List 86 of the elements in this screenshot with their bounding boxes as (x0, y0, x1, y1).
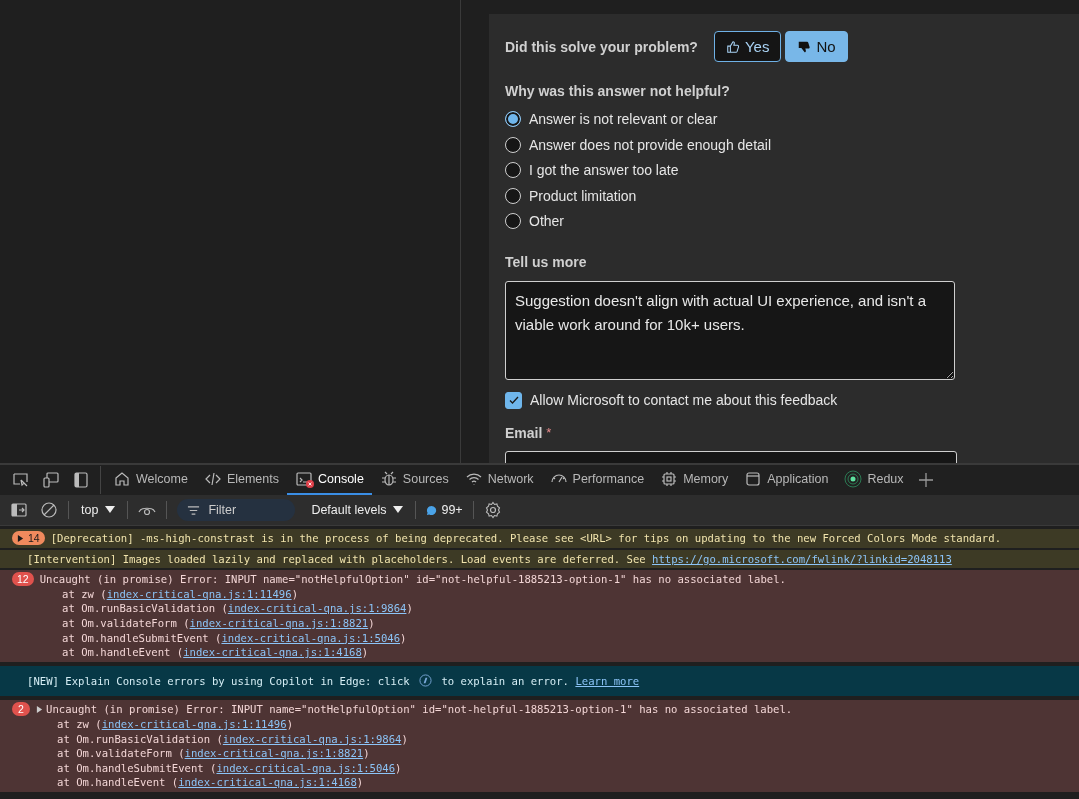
levels-dropdown[interactable]: Default levels (303, 503, 412, 517)
add-tab-icon[interactable] (917, 472, 934, 488)
expand-icon[interactable] (36, 706, 43, 714)
radio-button[interactable] (505, 213, 521, 230)
stack-line: at Om.handleSubmitEvent (index-critical-qna.js:1:5046) (61, 630, 408, 646)
message-text: [Intervention] Images loaded lazily and replaced with placeholders. Load events are deferred. See https://go.microsoft.com/fwlink/?linkid=2048113 (27, 551, 952, 567)
source-link[interactable]: index-critical-qna.js:1:8821 (189, 616, 369, 629)
message-text: [Deprecation] -ms-high-constrast is in the process of being deprecated. Please see <URL> for tips on updating to the new Forced Colors Mode standard. (50, 531, 1001, 546)
thumbs-down-icon (797, 39, 812, 54)
link[interactable]: Learn more (575, 674, 640, 687)
console-icon (295, 470, 313, 488)
source-link[interactable]: index-critical-qna.js:1:5046 (221, 631, 401, 644)
radio-label[interactable]: Other (529, 213, 564, 230)
required-mark: * (546, 424, 552, 441)
stack-line: at Om.handleEvent (index-critical-qna.js:1:4168) (56, 775, 365, 790)
stack-line: at Om.validateForm (index-critical-qna.js:1:8821) (61, 615, 376, 631)
devtools-tab[interactable]: Welcome (105, 465, 196, 495)
home-icon (113, 470, 131, 488)
radio-button[interactable] (505, 187, 521, 204)
caret-icon (393, 506, 404, 514)
code-icon (203, 470, 222, 488)
context-dropdown[interactable]: top (73, 503, 124, 517)
checkbox[interactable] (505, 391, 522, 409)
message-text: [NEW] Explain Console errors by using Copilot in Edge: click to explain an error. Learn more (27, 673, 640, 689)
feedback-textarea[interactable]: Suggestion doesn't align with actual UI experience, and isn't a viable work around for 10k+ users. (505, 280, 955, 380)
expand-icon[interactable] (17, 534, 24, 542)
link[interactable]: https://go.microsoft.com/fwlink/?linkid=2048113 (652, 552, 952, 565)
stack-line: at Om.runBasicValidation (index-critical-qna.js:1:9864) (61, 601, 414, 616)
radio-label[interactable]: I got the answer too late (529, 162, 679, 179)
caret-icon (105, 506, 116, 514)
error-count: 12 (12, 572, 34, 587)
inspect-icon[interactable] (12, 471, 30, 489)
source-link[interactable]: index-critical-qna.js:1:9864 (222, 732, 402, 745)
stack-line: at Om.runBasicValidation (index-critical-qna.js:1:9864) (56, 731, 409, 747)
error-count: 2 (12, 702, 30, 717)
email-label: Email (505, 424, 543, 441)
copilot-icon[interactable] (419, 673, 433, 687)
devtools-tab[interactable]: Elements (195, 465, 287, 495)
settings-icon[interactable] (483, 501, 502, 519)
devtools-tab[interactable]: Redux (836, 465, 912, 495)
bug-icon (379, 470, 398, 488)
radio-label[interactable]: Answer does not provide enough detail (529, 136, 772, 153)
no-button[interactable]: No (785, 31, 848, 62)
filter-field[interactable]: Filter (177, 499, 296, 521)
devtools-tab[interactable]: Network (456, 465, 542, 495)
source-link[interactable]: index-critical-qna.js:1:8821 (184, 747, 364, 760)
stack-line: at Om.validateForm (index-critical-qna.js:1:8821) (56, 746, 371, 761)
radio-button[interactable] (505, 111, 521, 128)
message-icon (426, 504, 438, 516)
warning-count[interactable]: 14 (12, 531, 45, 545)
source-link[interactable]: index-critical-qna.js:1:4168 (178, 776, 357, 789)
clear-console-icon[interactable] (40, 501, 58, 519)
filter-icon (187, 504, 201, 517)
chip-icon (660, 470, 679, 488)
stack-line: at Om.handleEvent (index-critical-qna.js:1:4168) (61, 645, 370, 660)
issues-button[interactable]: 99+ (420, 503, 469, 517)
devtools-tab[interactable]: Application (736, 465, 837, 495)
dock-icon[interactable] (72, 471, 90, 489)
radio-button[interactable] (505, 136, 521, 153)
reason-question: Why was this answer not helpful? (505, 83, 731, 99)
radio-label[interactable]: Answer is not relevant or clear (529, 111, 718, 128)
tell-us-more-label: Tell us more (505, 253, 588, 270)
checkbox-label[interactable]: Allow Microsoft to contact me about this feedback (530, 392, 838, 408)
devtools-tab[interactable]: Sources (371, 465, 457, 495)
stack-line: at zw (index-critical-qna.js:1:11496) (56, 716, 294, 732)
radio-label[interactable]: Product limitation (529, 187, 637, 204)
radio-button[interactable] (505, 162, 521, 179)
devtools-tab[interactable]: Performance (541, 465, 653, 495)
stack-line: at Om.handleSubmitEvent (index-critical-qna.js:1:5046) (56, 760, 403, 776)
message-text: Uncaught (in promise) Error: INPUT name="notHelpfulOption" id="not-helpful-1885213-option-1" has no associated label. (39, 572, 786, 587)
stack-line: at zw (index-critical-qna.js:1:11496) (61, 586, 299, 602)
source-link[interactable]: index-critical-qna.js:1:11496 (106, 587, 292, 600)
window-icon (744, 470, 763, 488)
device-icon[interactable] (42, 471, 60, 489)
source-link[interactable]: index-critical-qna.js:1:4168 (183, 646, 362, 659)
message-text: Uncaught (in promise) Error: INPUT name="notHelpfulOption" id="not-helpful-1885213-option-1" has no associated label. (46, 702, 793, 717)
source-link[interactable]: index-critical-qna.js:1:5046 (216, 761, 396, 774)
checkmark-icon (507, 394, 520, 406)
source-link[interactable]: index-critical-qna.js:1:11496 (101, 717, 287, 730)
sidebar-icon[interactable] (10, 501, 28, 519)
devtools-tab[interactable]: Memory (652, 465, 737, 495)
question-label: Did this solve your problem? (505, 38, 698, 55)
source-link[interactable]: index-critical-qna.js:1:9864 (227, 602, 407, 615)
redux-icon (844, 470, 863, 488)
yes-button[interactable]: Yes (713, 31, 782, 62)
thumbs-up-icon (725, 39, 740, 54)
